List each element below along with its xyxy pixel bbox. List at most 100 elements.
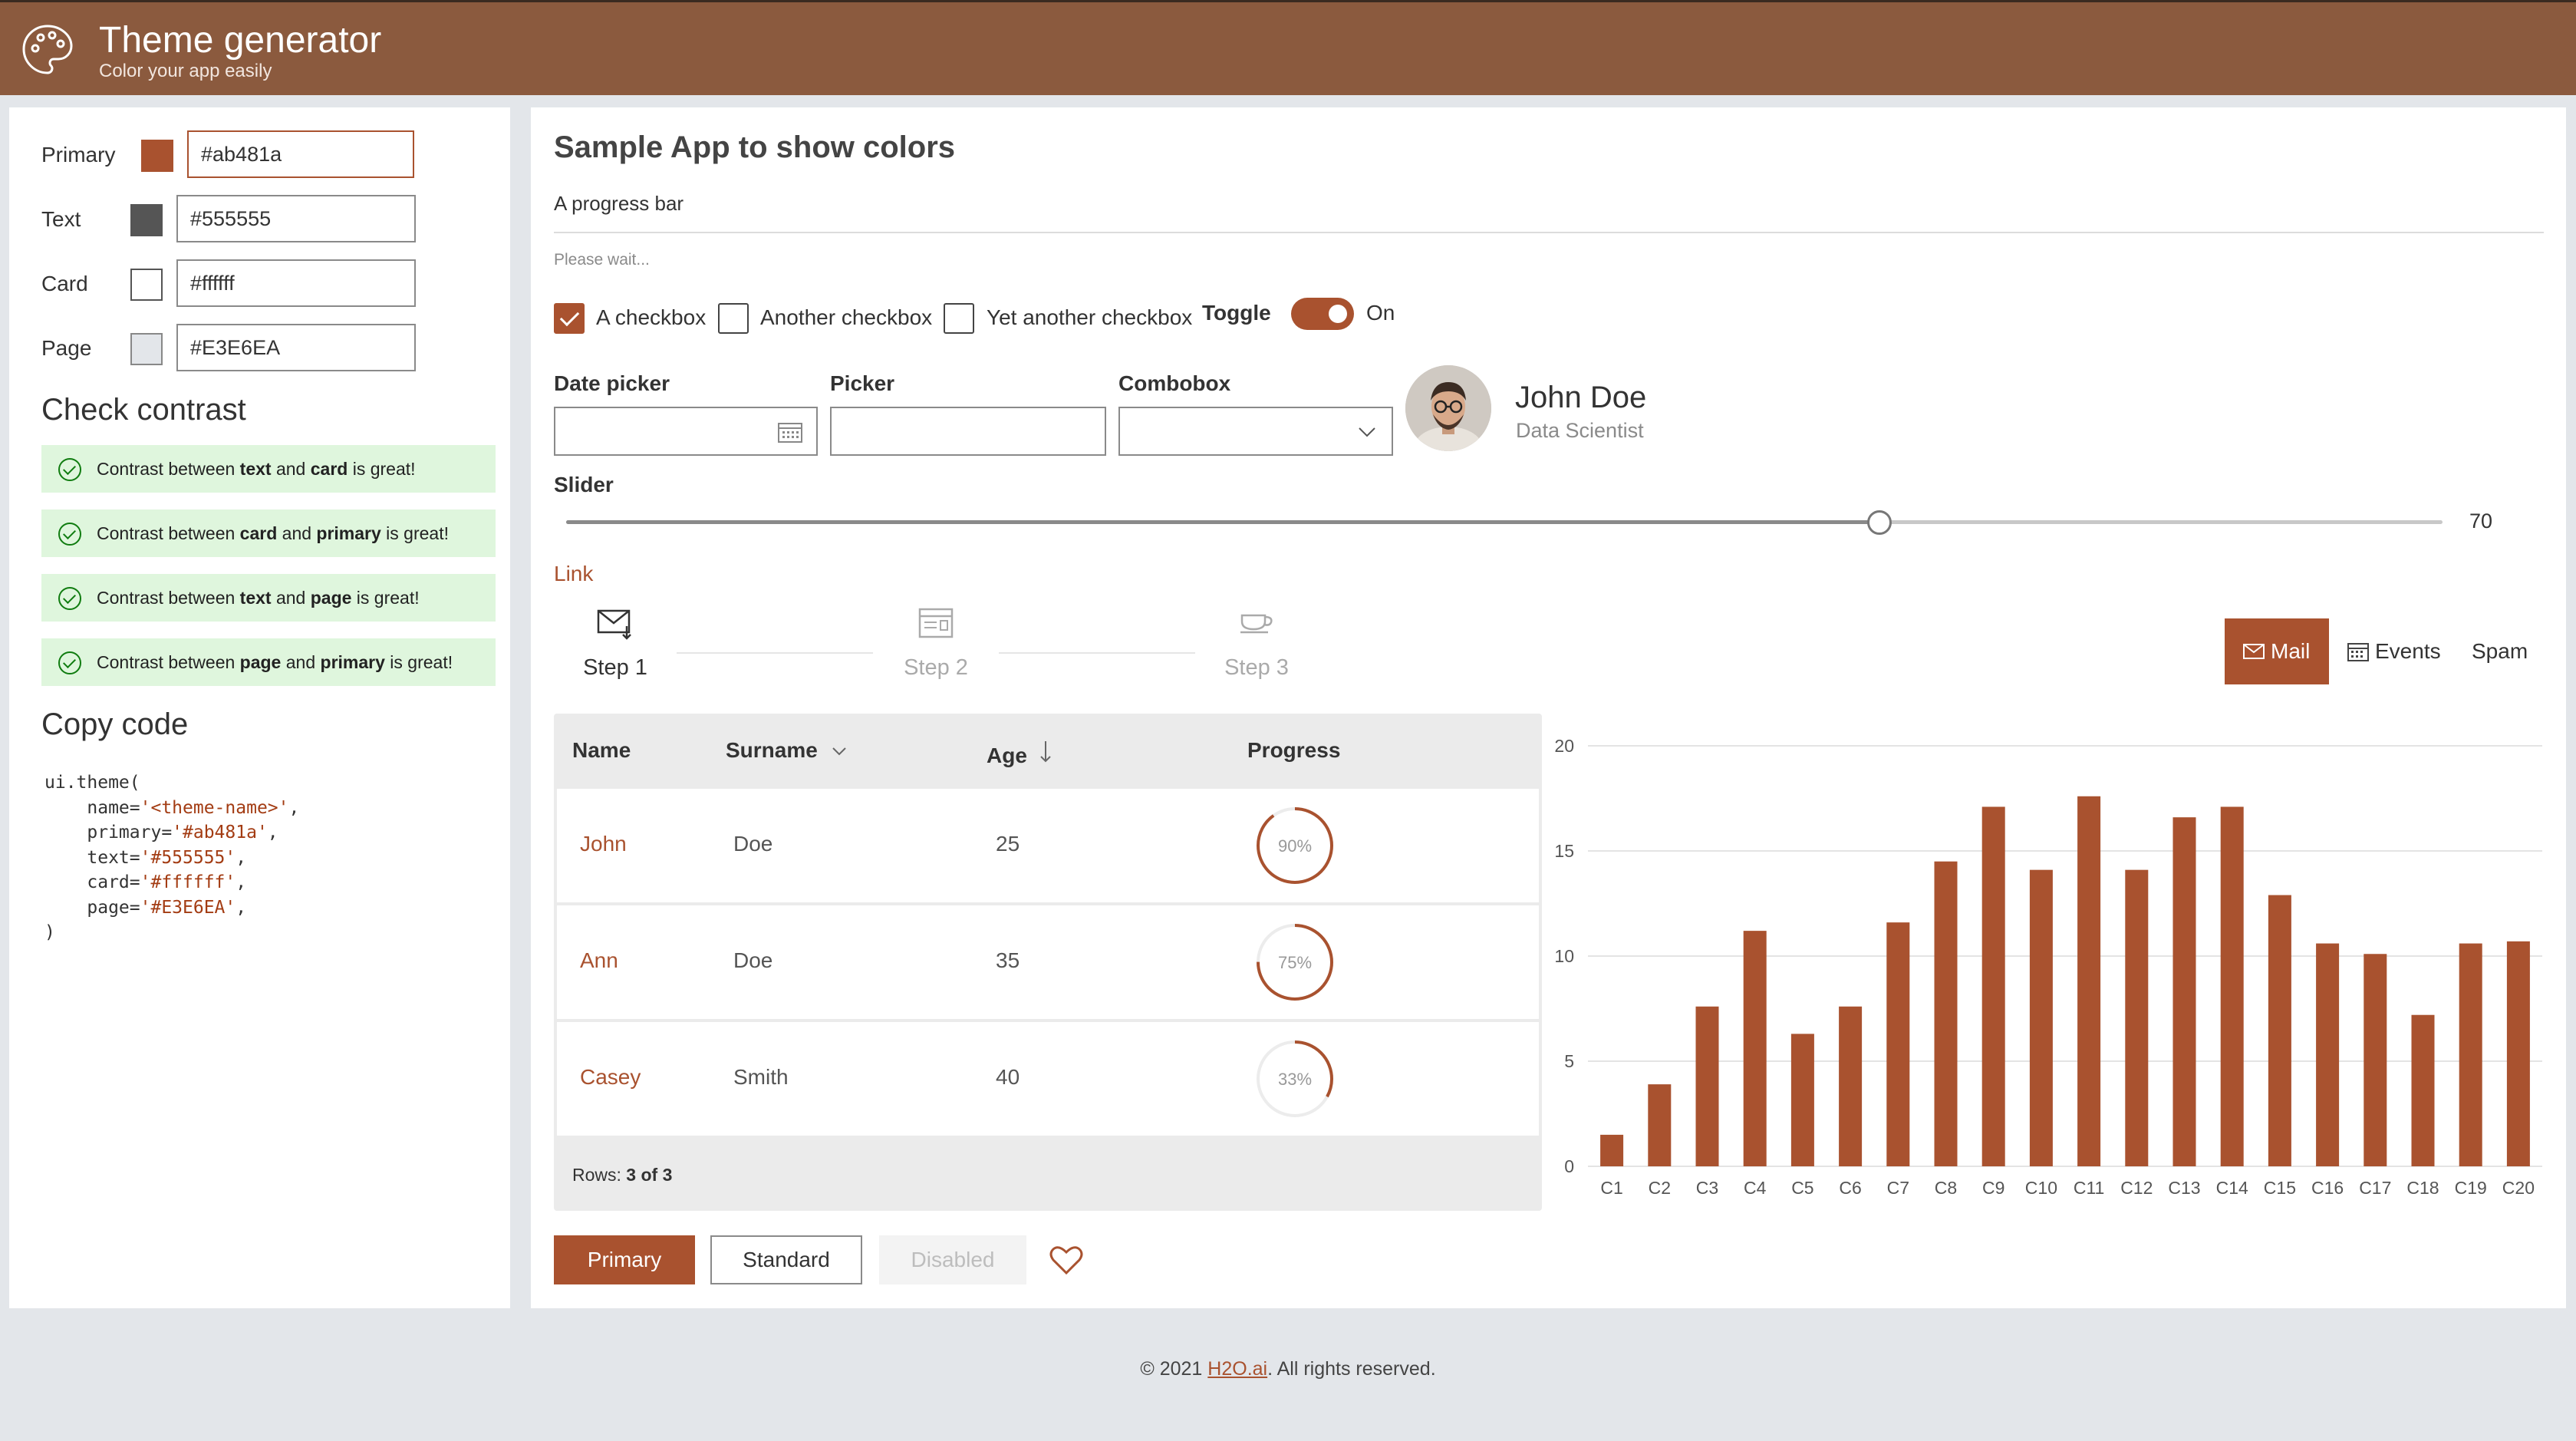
mail-icon: [2243, 644, 2265, 659]
bar[interactable]: [1600, 1134, 1624, 1166]
calendar-icon: [2347, 643, 2369, 661]
date-picker-label: Date picker: [554, 371, 670, 395]
tab-spam[interactable]: Spam: [2472, 618, 2533, 684]
bar[interactable]: [2316, 943, 2340, 1166]
cell-age: 35: [996, 948, 1020, 972]
checkbox-another-label[interactable]: Another checkbox: [760, 305, 932, 330]
table-row[interactable]: Casey Smith 40 33%: [557, 1022, 1539, 1136]
progress-bar-label: A progress bar: [554, 192, 684, 215]
text-color-row: Text #555555: [32, 195, 492, 244]
checkmark-circle-icon: [58, 458, 81, 481]
x-tick-label: C14: [2216, 1178, 2248, 1198]
step-connector: [999, 652, 1195, 654]
cell-name[interactable]: Casey: [580, 1065, 641, 1090]
calendar-icon[interactable]: [778, 421, 802, 443]
bar[interactable]: [2172, 817, 2196, 1166]
bar-chart: 0 5 10 15 20 C1 C2 C3 C4 C5 C6 C7 C8 C9 C10 C11 C12 C13 C1…: [1554, 736, 2542, 1198]
slider-label: Slider: [554, 473, 614, 496]
x-tick-label: C1: [1600, 1178, 1622, 1198]
primary-button[interactable]: Primary: [554, 1235, 695, 1284]
bar[interactable]: [2220, 806, 2244, 1166]
step-2[interactable]: Step 2: [893, 606, 979, 681]
x-tick-label: C11: [2074, 1178, 2105, 1198]
bar[interactable]: [1743, 931, 1767, 1166]
y-tick-label: 0: [1564, 1156, 1574, 1176]
card-color-input[interactable]: #ffffff: [176, 259, 416, 307]
combobox-input[interactable]: [1118, 407, 1393, 456]
checkbox-yet-another[interactable]: [944, 303, 974, 334]
chevron-down-icon[interactable]: [1358, 427, 1376, 437]
column-header-age[interactable]: Age: [987, 738, 1052, 768]
footer-link[interactable]: H2O.ai: [1207, 1358, 1267, 1380]
sample-link[interactable]: Link: [554, 562, 593, 586]
y-tick-label: 20: [1554, 736, 1574, 756]
bar[interactable]: [1648, 1084, 1672, 1166]
picker-label: Picker: [830, 371, 895, 395]
page-color-input[interactable]: #E3E6EA: [176, 324, 416, 371]
bar[interactable]: [1790, 1034, 1814, 1166]
heart-icon[interactable]: [1049, 1245, 1083, 1275]
standard-button[interactable]: Standard: [710, 1235, 862, 1284]
cell-age: 40: [996, 1065, 1020, 1089]
checkbox-a-label[interactable]: A checkbox: [596, 305, 706, 330]
column-header-surname[interactable]: Surname: [726, 738, 847, 763]
column-header-progress[interactable]: Progress: [1247, 738, 1340, 763]
bar[interactable]: [2411, 1014, 2435, 1166]
sort-descending-icon: [1039, 741, 1051, 763]
tab-events[interactable]: Events: [2344, 618, 2444, 684]
slider-thumb[interactable]: [1867, 510, 1892, 535]
x-tick-label: C17: [2359, 1178, 2391, 1198]
text-color-input[interactable]: #555555: [176, 195, 416, 242]
primary-color-input[interactable]: #ab481a: [187, 130, 414, 178]
checkmark-circle-icon: [58, 587, 81, 610]
text-color-label: Text: [41, 207, 81, 231]
bar[interactable]: [1981, 806, 2005, 1166]
x-tick-label: C13: [2168, 1178, 2200, 1198]
bar[interactable]: [2029, 869, 2053, 1166]
table-row[interactable]: John Doe 25 90%: [557, 789, 1539, 902]
step-3[interactable]: Step 3: [1214, 606, 1300, 681]
avatar[interactable]: [1405, 365, 1491, 451]
step-2-label: Step 2: [904, 655, 968, 680]
tab-spam-label: Spam: [2472, 639, 2528, 663]
x-tick-label: C5: [1791, 1178, 1813, 1198]
x-tick-label: C19: [2455, 1178, 2487, 1198]
checkbox-another[interactable]: [718, 303, 749, 334]
bar[interactable]: [2364, 954, 2387, 1166]
text-color-swatch[interactable]: [130, 204, 163, 236]
column-header-name[interactable]: Name: [572, 738, 631, 763]
theme-code-block[interactable]: ui.theme( name='<theme-name>', primary='…: [44, 770, 299, 945]
primary-color-swatch[interactable]: [141, 140, 173, 172]
cell-name[interactable]: John: [580, 832, 627, 856]
persona-role: Data Scientist: [1516, 419, 1644, 442]
palette-icon: [22, 25, 73, 74]
bar[interactable]: [1934, 861, 1958, 1166]
primary-color-row: Primary #ab481a: [32, 130, 492, 180]
bar[interactable]: [1839, 1006, 1863, 1166]
date-picker-input[interactable]: [554, 407, 818, 456]
card-color-swatch[interactable]: [130, 269, 163, 301]
toggle-switch[interactable]: [1291, 298, 1354, 330]
page-color-swatch[interactable]: [130, 333, 163, 365]
table-row[interactable]: Ann Doe 35 75%: [557, 905, 1539, 1019]
step-1[interactable]: Step 1: [572, 606, 658, 681]
bar[interactable]: [2077, 796, 2101, 1166]
coffee-icon: [1240, 614, 1273, 634]
progress-ring-label: 90%: [1278, 836, 1312, 856]
bar[interactable]: [2459, 943, 2482, 1166]
bar[interactable]: [2268, 895, 2291, 1166]
x-tick-label: C9: [1982, 1178, 2004, 1198]
bar[interactable]: [1886, 922, 1910, 1166]
bar[interactable]: [1695, 1006, 1719, 1166]
x-tick-label: C10: [2025, 1178, 2057, 1198]
bar[interactable]: [2506, 941, 2530, 1166]
checkbox-a[interactable]: [554, 303, 585, 334]
picker-input[interactable]: [830, 407, 1106, 456]
combobox-label: Combobox: [1118, 371, 1231, 395]
progress-ring-label: 75%: [1278, 953, 1312, 972]
bar[interactable]: [2125, 869, 2149, 1166]
checkbox-yet-another-label[interactable]: Yet another checkbox: [987, 305, 1192, 330]
progress-ring: 33%: [1257, 1040, 1333, 1117]
cell-name[interactable]: Ann: [580, 948, 618, 973]
tab-mail[interactable]: Mail: [2225, 618, 2329, 684]
